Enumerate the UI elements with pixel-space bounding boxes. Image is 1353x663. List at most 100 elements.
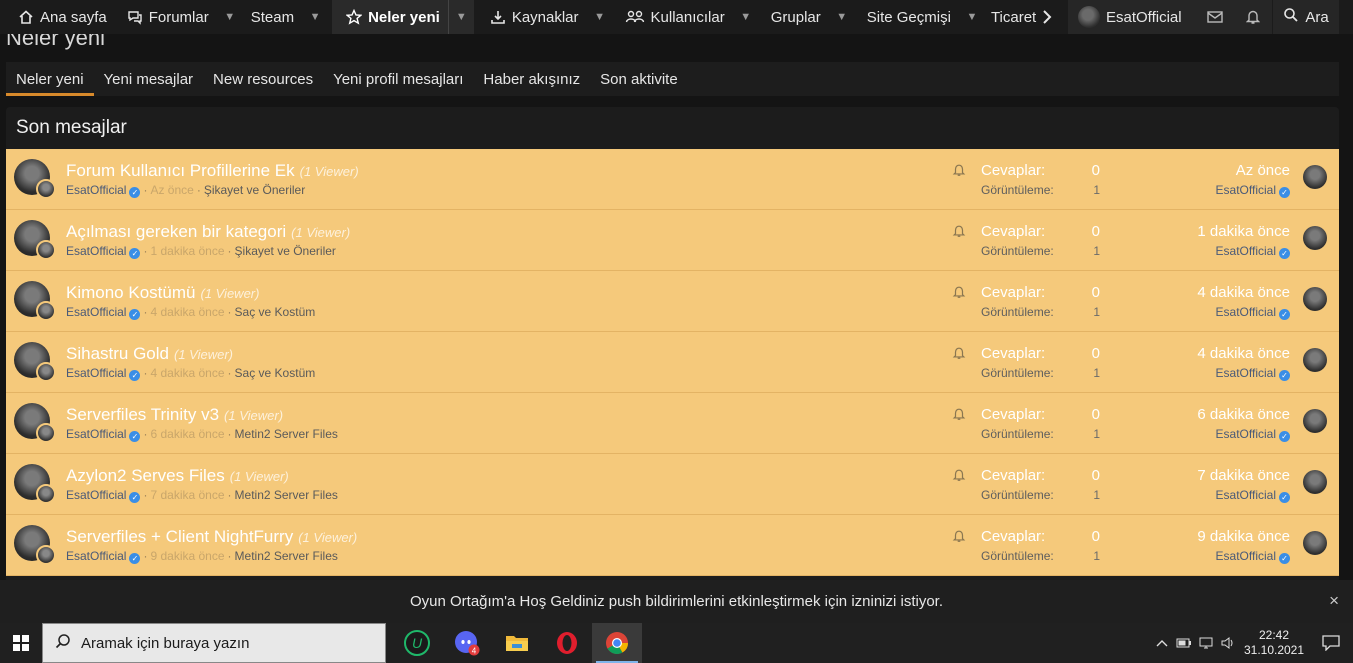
thread-author[interactable]: EsatOfficial xyxy=(66,305,126,319)
opera-icon[interactable] xyxy=(542,623,592,663)
nav-trade[interactable]: Ticaret xyxy=(985,0,1037,34)
nav-home[interactable]: Ana sayfa xyxy=(0,0,115,34)
bell-icon[interactable] xyxy=(1234,0,1272,34)
thread-row[interactable]: Serverfiles Trinity v3 (1 Viewer) EsatOff… xyxy=(6,393,1339,454)
avatar[interactable] xyxy=(1303,165,1327,189)
last-post-time[interactable]: 9 dakika önce xyxy=(1197,528,1290,545)
last-post-user[interactable]: EsatOfficial ✓ xyxy=(1216,488,1290,503)
nav-site-history[interactable]: Site Geçmişi xyxy=(859,0,959,34)
thread-forum[interactable]: Metin2 Server Files xyxy=(235,427,338,441)
windows-icon[interactable] xyxy=(0,623,42,663)
thread-forum[interactable]: Saç ve Kostüm xyxy=(235,366,316,380)
thread-author[interactable]: EsatOfficial xyxy=(66,549,126,563)
upwork-icon[interactable]: U xyxy=(392,623,442,663)
last-post-user[interactable]: EsatOfficial ✓ xyxy=(1216,244,1290,259)
thread-row[interactable]: Kimono Kostümü (1 Viewer) EsatOfficial ✓ · 4… xyxy=(6,271,1339,332)
thread-author[interactable]: EsatOfficial xyxy=(66,183,126,197)
chevron-up-icon[interactable] xyxy=(1151,623,1173,663)
network-icon[interactable] xyxy=(1195,623,1217,663)
tab-whats-new[interactable]: Neler yeni xyxy=(6,62,94,96)
taskbar-clock[interactable]: 22:42 31.10.2021 xyxy=(1239,628,1309,658)
last-post-time[interactable]: 4 dakika önce xyxy=(1197,345,1290,362)
thread-forum[interactable]: Saç ve Kostüm xyxy=(235,305,316,319)
last-post-user[interactable]: EsatOfficial ✓ xyxy=(1216,305,1290,320)
chevron-right-icon[interactable] xyxy=(1037,9,1057,25)
bell-icon[interactable] xyxy=(952,468,966,482)
last-post-time[interactable]: 4 dakika önce xyxy=(1197,284,1290,301)
avatar[interactable] xyxy=(1078,6,1100,28)
nav-resources[interactable]: Kaynaklar xyxy=(482,0,587,34)
chrome-icon[interactable] xyxy=(592,623,642,663)
thread-row[interactable]: Azylon2 Serves Files (1 Viewer) EsatOffic… xyxy=(6,454,1339,515)
last-post-user[interactable]: EsatOfficial ✓ xyxy=(1216,427,1290,442)
last-post-user[interactable]: EsatOfficial ✓ xyxy=(1216,366,1290,381)
last-post-user[interactable]: EsatOfficial ✓ xyxy=(1216,183,1290,198)
chevron-down-icon[interactable]: ▼ xyxy=(302,0,328,34)
avatar[interactable] xyxy=(1303,348,1327,372)
discord-icon[interactable]: 4 xyxy=(442,623,492,663)
thread-row[interactable]: Sihastru Gold (1 Viewer) EsatOfficial ✓ · 4 … xyxy=(6,332,1339,393)
last-post-time[interactable]: 1 dakika önce xyxy=(1197,223,1290,240)
close-icon[interactable]: × xyxy=(1329,591,1339,611)
thread-forum[interactable]: Şikayet ve Öneriler xyxy=(235,244,336,258)
avatar[interactable] xyxy=(1303,470,1327,494)
thread-time[interactable]: 6 dakika önce xyxy=(150,427,224,441)
thread-time[interactable]: 1 dakika önce xyxy=(150,244,224,258)
avatar[interactable] xyxy=(1303,287,1327,311)
thread-time[interactable]: 7 dakika önce xyxy=(150,488,224,502)
chevron-down-icon[interactable]: ▼ xyxy=(959,0,985,34)
volume-icon[interactable] xyxy=(1217,623,1239,663)
folder-icon[interactable] xyxy=(492,623,542,663)
nav-steam[interactable]: Steam xyxy=(243,0,302,34)
taskbar-search-input[interactable]: Aramak için buraya yazın xyxy=(42,623,386,663)
avatar[interactable] xyxy=(1303,226,1327,250)
thread-time[interactable]: Az önce xyxy=(150,183,193,197)
avatar[interactable] xyxy=(1303,531,1327,555)
thread-title[interactable]: Sihastru Gold (1 Viewer) xyxy=(66,344,233,364)
nav-members[interactable]: Kullanıcılar xyxy=(617,0,733,34)
nav-forums[interactable]: Forumlar xyxy=(119,0,217,34)
thread-row[interactable]: Serverfiles + Client NightFurry (1 Viewer… xyxy=(6,515,1339,576)
bell-icon[interactable] xyxy=(952,224,966,238)
thread-title[interactable]: Forum Kullanıcı Profillerine Ek (1 Viewer… xyxy=(66,161,359,181)
chevron-down-icon[interactable]: ▼ xyxy=(829,0,855,34)
thread-author[interactable]: EsatOfficial xyxy=(66,366,126,380)
nav-whats-new[interactable]: Neler yeni xyxy=(332,0,448,34)
thread-author[interactable]: EsatOfficial xyxy=(66,427,126,441)
thread-author[interactable]: EsatOfficial xyxy=(66,488,126,502)
last-post-user[interactable]: EsatOfficial ✓ xyxy=(1216,549,1290,564)
tab-new-resources[interactable]: New resources xyxy=(203,62,323,96)
avatar[interactable] xyxy=(1303,409,1327,433)
tab-new-posts[interactable]: Yeni mesajlar xyxy=(94,62,204,96)
bell-icon[interactable] xyxy=(952,407,966,421)
chevron-down-icon[interactable]: ▼ xyxy=(587,0,613,34)
chevron-down-icon[interactable]: ▼ xyxy=(217,0,243,34)
thread-title[interactable]: Kimono Kostümü (1 Viewer) xyxy=(66,283,259,303)
nav-user-name[interactable]: EsatOfficial xyxy=(1106,9,1182,26)
thread-row[interactable]: Açılması gereken bir kategori (1 Viewer) … xyxy=(6,210,1339,271)
thread-forum[interactable]: Şikayet ve Öneriler xyxy=(204,183,305,197)
bell-icon[interactable] xyxy=(952,346,966,360)
thread-title[interactable]: Serverfiles Trinity v3 (1 Viewer) xyxy=(66,405,283,425)
bell-icon[interactable] xyxy=(952,163,966,177)
thread-author[interactable]: EsatOfficial xyxy=(66,244,126,258)
chevron-down-icon[interactable]: ▼ xyxy=(447,0,474,34)
chevron-down-icon[interactable]: ▼ xyxy=(733,0,759,34)
tab-latest-activity[interactable]: Son aktivite xyxy=(590,62,688,96)
thread-time[interactable]: 9 dakika önce xyxy=(150,549,224,563)
battery-icon[interactable] xyxy=(1173,623,1195,663)
nav-search-button[interactable]: Ara xyxy=(1273,0,1339,34)
thread-time[interactable]: 4 dakika önce xyxy=(150,305,224,319)
bell-icon[interactable] xyxy=(952,285,966,299)
notification-center-icon[interactable] xyxy=(1309,623,1353,663)
thread-title[interactable]: Azylon2 Serves Files (1 Viewer) xyxy=(66,466,289,486)
last-post-time[interactable]: Az önce xyxy=(1236,162,1290,179)
thread-forum[interactable]: Metin2 Server Files xyxy=(235,488,338,502)
thread-title[interactable]: Açılması gereken bir kategori (1 Viewer) xyxy=(66,222,350,242)
thread-forum[interactable]: Metin2 Server Files xyxy=(235,549,338,563)
bell-icon[interactable] xyxy=(952,529,966,543)
nav-groups[interactable]: Gruplar xyxy=(763,0,829,34)
thread-row[interactable]: Forum Kullanıcı Profillerine Ek (1 Viewer… xyxy=(6,149,1339,210)
tab-profile-posts[interactable]: Yeni profil mesajları xyxy=(323,62,473,96)
thread-title[interactable]: Serverfiles + Client NightFurry (1 Viewer… xyxy=(66,527,357,547)
